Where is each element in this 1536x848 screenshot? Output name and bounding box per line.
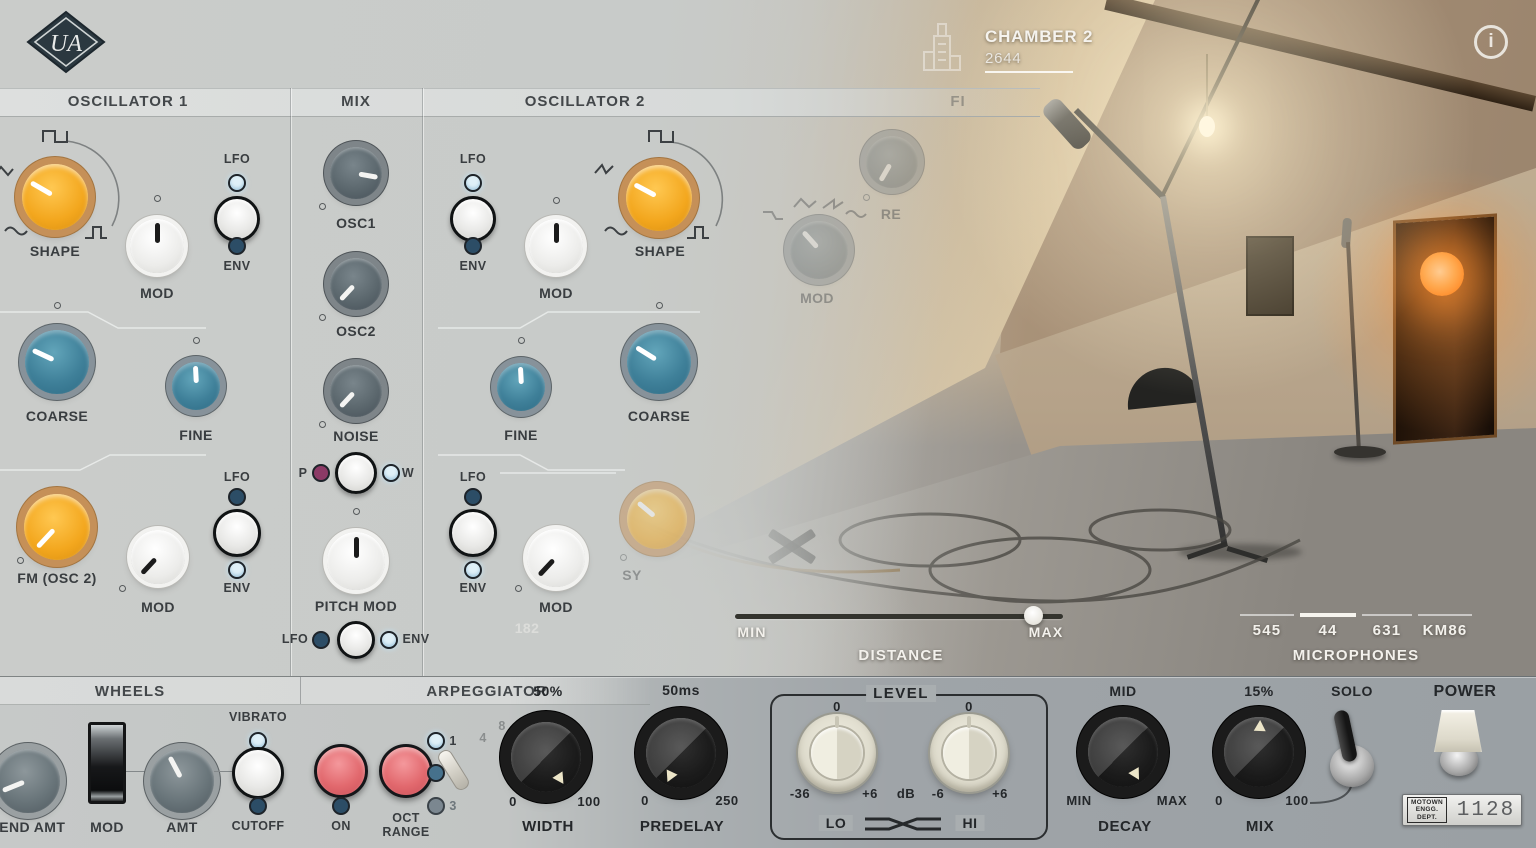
decay-min: MIN [1066, 793, 1091, 808]
width-max: 100 [577, 794, 600, 809]
predelay-label: PREDELAY [640, 818, 724, 835]
width-knob[interactable] [511, 722, 581, 792]
wheels-bend-knob[interactable] [0, 749, 60, 813]
arp-ghost-4: 4 [479, 731, 486, 745]
bottom-controls: BEND AMT MOD AMT VIBRATO CUTOFF ON OCT R… [0, 0, 1536, 848]
width-min: 0 [509, 794, 517, 809]
level-hi-knob[interactable] [930, 714, 1008, 792]
width-label: WIDTH [522, 818, 574, 835]
level-lo-max: +6 [862, 786, 878, 801]
wheels-bend-label: BEND AMT [0, 819, 65, 835]
wheels-mod-label: MOD [90, 819, 124, 835]
level-hi-top: 0 [965, 699, 973, 714]
wheels-mod-wheel[interactable] [88, 722, 126, 804]
wheels-cutoff-led [249, 797, 267, 815]
motown-badge: MOTOWNENGG.DEPT. 1128 [1402, 794, 1522, 826]
level-title: LEVEL [866, 685, 936, 702]
crossover-icon [863, 815, 943, 833]
arp-on-label: ON [331, 819, 351, 833]
wheels-cutoff-label: CUTOFF [232, 819, 285, 833]
plugin-window: CHAMBER 2 2644 i MIN MAX DISTANCE 545 44… [0, 0, 1536, 848]
arp-oct-led-1 [427, 732, 445, 750]
arp-oct-3: 3 [449, 799, 456, 813]
decay-value: MID [1109, 683, 1136, 699]
predelay-value: 50ms [662, 682, 700, 698]
arp-on-button[interactable] [314, 744, 368, 798]
wheels-amt-label: AMT [166, 819, 198, 835]
level-lo-label: LO [819, 815, 853, 831]
wheels-vibrato-label: VIBRATO [229, 710, 287, 724]
width-value: 50% [533, 683, 563, 699]
mix-knob-max: 100 [1285, 793, 1308, 808]
predelay-max: 250 [715, 793, 738, 808]
wheels-connector-2 [214, 771, 234, 772]
predelay-min: 0 [641, 793, 649, 808]
arp-ghost-8: 8 [498, 719, 505, 733]
arp-on-led [332, 797, 350, 815]
level-db: dB [897, 786, 915, 801]
level-hi-max: +6 [992, 786, 1008, 801]
level-lo-top: 0 [833, 699, 841, 714]
mix-knob[interactable] [1224, 717, 1294, 787]
arp-oct-1: 1 [449, 734, 456, 748]
arp-oct-label-1: OCT [392, 811, 420, 825]
mix-knob-value: 15% [1244, 683, 1274, 699]
motown-badge-number: 1128 [1451, 799, 1521, 822]
wheels-vibrato-cutoff-button[interactable] [232, 747, 284, 799]
decay-label: DECAY [1098, 818, 1152, 835]
mix-knob-min: 0 [1215, 793, 1223, 808]
level-lo-min: -36 [790, 786, 810, 801]
predelay-knob[interactable] [646, 718, 716, 788]
solo-label: SOLO [1331, 683, 1373, 699]
motown-badge-text: MOTOWNENGG.DEPT. [1407, 797, 1447, 823]
arp-oct-range-button[interactable] [379, 744, 433, 798]
level-hi-min: -6 [932, 786, 945, 801]
arp-oct-led-3 [427, 797, 445, 815]
level-lo-knob[interactable] [798, 714, 876, 792]
wheels-amt-knob[interactable] [150, 749, 214, 813]
power-label: POWER [1434, 683, 1497, 701]
decay-max: MAX [1157, 793, 1187, 808]
power-toggle[interactable] [1434, 710, 1482, 752]
decay-knob[interactable] [1088, 717, 1158, 787]
mix-knob-label: MIX [1246, 818, 1274, 835]
level-hi-label: HI [956, 815, 985, 831]
arp-oct-label-2: RANGE [382, 825, 429, 839]
